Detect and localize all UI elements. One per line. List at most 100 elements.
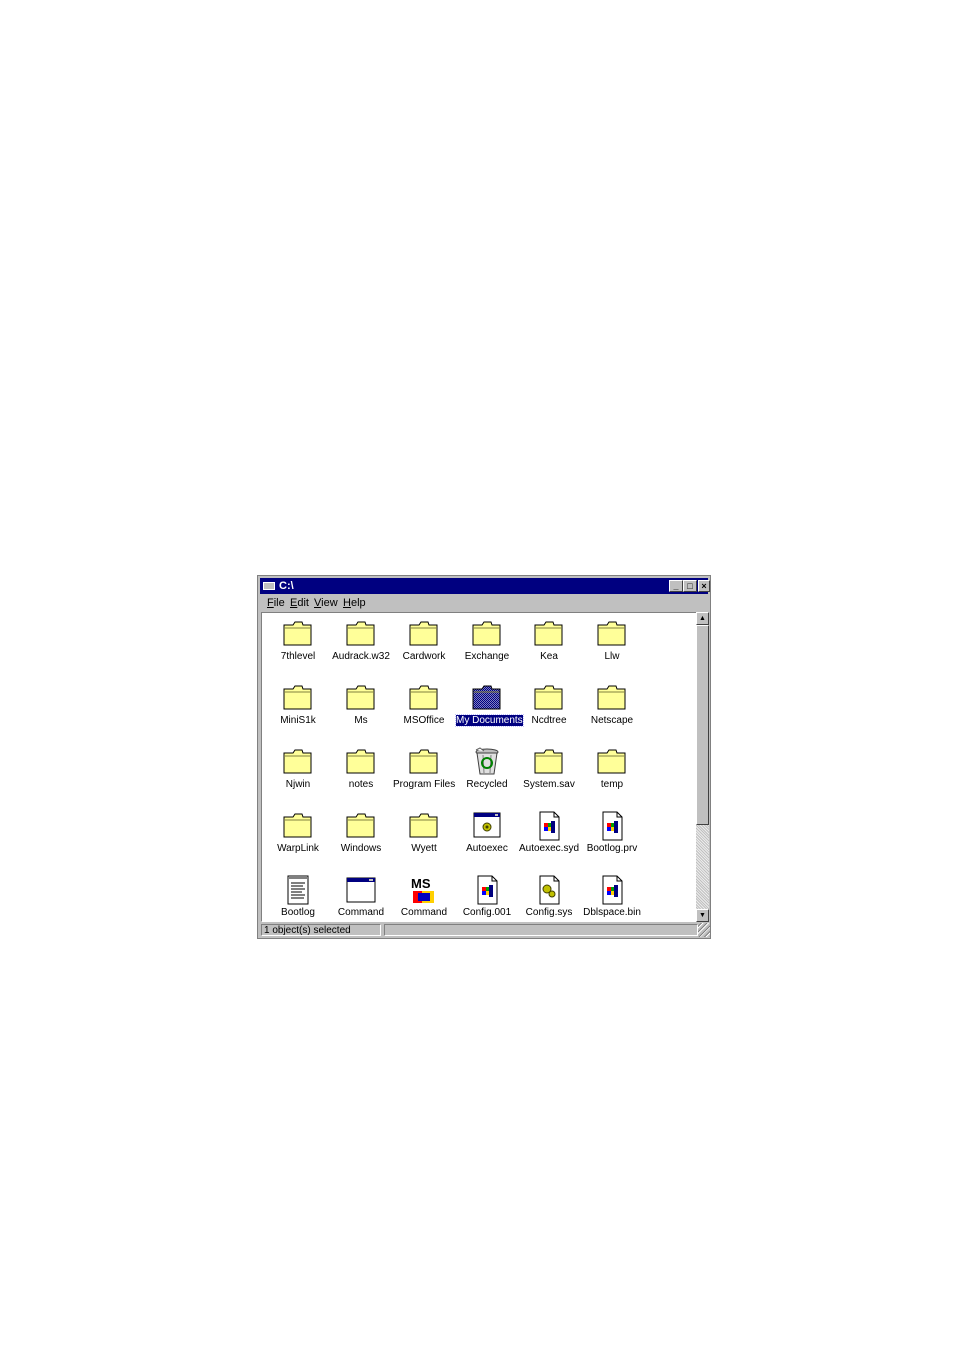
folder-icon (408, 747, 440, 777)
folder-icon (596, 619, 628, 649)
title-bar[interactable]: C:\ _ □ × (260, 578, 710, 594)
file-item[interactable]: Autoexec (456, 809, 518, 865)
file-item-label: System.sav (523, 779, 575, 790)
file-item[interactable]: Llw (581, 617, 643, 673)
menu-view[interactable]: View (314, 597, 338, 609)
file-item-label: Audrack.w32 (332, 651, 390, 662)
file-item-label: Config.001 (462, 907, 512, 918)
maximize-button[interactable]: □ (683, 580, 697, 592)
file-item[interactable]: Bootlog.prv (581, 809, 643, 865)
folder-icon (282, 619, 314, 649)
file-item[interactable]: Netscape (581, 681, 643, 737)
file-item[interactable]: Recycled (456, 745, 518, 801)
file-item-label: Dblspace.bin (583, 907, 641, 918)
file-item[interactable]: notes (330, 745, 392, 801)
svg-text:MS: MS (411, 876, 431, 891)
file-list-pane[interactable]: 7thlevel Audrack.w32 Cardwork Exchange K… (261, 612, 697, 922)
file-item-label: Program Files (393, 779, 456, 790)
file-item-label: My Documents (455, 714, 524, 727)
file-item[interactable]: Dblspace.bin (581, 873, 643, 921)
status-pane-right (384, 924, 698, 936)
folder-icon (533, 683, 565, 713)
folder-icon (282, 811, 314, 841)
file-item[interactable]: Ncdtree (518, 681, 580, 737)
scroll-up-button[interactable]: ▲ (696, 612, 709, 625)
text-file-icon (282, 875, 314, 905)
file-item[interactable]: Program Files (393, 745, 455, 801)
status-bar: 1 object(s) selected (260, 923, 710, 937)
file-item[interactable]: MiniS1k (267, 681, 329, 737)
folder-icon (408, 811, 440, 841)
folder-icon (408, 683, 440, 713)
file-item-label: Ms (354, 715, 368, 726)
system-file-icon (533, 811, 565, 841)
file-item-label: Exchange (464, 651, 510, 662)
batch-file-icon (471, 811, 503, 841)
vertical-scrollbar[interactable]: ▲ ▼ (696, 612, 709, 922)
file-item[interactable]: Kea (518, 617, 580, 673)
file-item-label: Kea (540, 651, 558, 662)
file-item[interactable]: Config.sys (518, 873, 580, 921)
folder-icon (533, 747, 565, 777)
program-window-icon (345, 875, 377, 905)
file-item-label: Cardwork (402, 651, 446, 662)
menu-edit[interactable]: Edit (290, 597, 309, 609)
file-item-label: MSOffice (403, 715, 445, 726)
file-item-label: MiniS1k (280, 715, 316, 726)
file-item-label: Bootlog (281, 907, 315, 918)
file-item[interactable]: Njwin (267, 745, 329, 801)
file-item[interactable]: Audrack.w32 (330, 617, 392, 673)
file-item-label: Autoexec (466, 843, 508, 854)
file-item-label: Command (337, 907, 385, 918)
folder-icon (596, 683, 628, 713)
system-file-icon (596, 811, 628, 841)
folder-icon (408, 619, 440, 649)
file-item[interactable]: Ms (330, 681, 392, 737)
folder-icon (282, 747, 314, 777)
explorer-window: C:\ _ □ × File Edit View Help 7thlevel A… (257, 575, 711, 939)
file-item[interactable]: Command (330, 873, 392, 921)
file-item[interactable]: WarpLink (267, 809, 329, 865)
menu-file[interactable]: File (267, 597, 285, 609)
folder-icon (471, 683, 503, 713)
minimize-button[interactable]: _ (669, 580, 683, 592)
close-button[interactable]: × (698, 580, 710, 592)
folder-icon (345, 619, 377, 649)
file-item-label: Wyett (411, 843, 437, 854)
recycle-bin-icon (471, 747, 503, 777)
scroll-thumb[interactable] (696, 625, 709, 825)
file-item[interactable]: Windows (330, 809, 392, 865)
file-item[interactable]: Autoexec.syd (518, 809, 580, 865)
file-item-label: Llw (604, 651, 620, 662)
file-item[interactable]: Exchange (456, 617, 518, 673)
folder-icon (471, 619, 503, 649)
file-item[interactable]: My Documents (455, 681, 524, 737)
folder-icon (345, 747, 377, 777)
file-item-label: WarpLink (277, 843, 319, 854)
file-item[interactable]: Cardwork (393, 617, 455, 673)
system-file-icon (471, 875, 503, 905)
system-file-icon (596, 875, 628, 905)
file-item[interactable]: Bootlog (267, 873, 329, 921)
file-item-label: Windows (340, 843, 382, 854)
menu-bar: File Edit View Help (260, 595, 708, 612)
menu-help[interactable]: Help (343, 597, 366, 609)
file-item[interactable]: Config.001 (456, 873, 518, 921)
scroll-down-button[interactable]: ▼ (696, 909, 709, 922)
file-item[interactable]: System.sav (518, 745, 580, 801)
file-item[interactable]: MS Command (393, 873, 455, 921)
file-item-label: Config.sys (525, 907, 573, 918)
file-item-label: 7thlevel (280, 651, 316, 662)
file-item[interactable]: temp (581, 745, 643, 801)
file-item[interactable]: 7thlevel (267, 617, 329, 673)
resize-grip[interactable] (698, 923, 710, 937)
file-item[interactable]: MSOffice (393, 681, 455, 737)
file-item-label: Ncdtree (531, 715, 567, 726)
drive-icon (263, 582, 275, 590)
file-item-label: Recycled (466, 779, 508, 790)
config-file-icon (533, 875, 565, 905)
file-item[interactable]: Wyett (393, 809, 455, 865)
ms-dos-icon: MS (408, 875, 440, 905)
folder-icon (596, 747, 628, 777)
file-item-label: Autoexec.syd (518, 843, 580, 854)
